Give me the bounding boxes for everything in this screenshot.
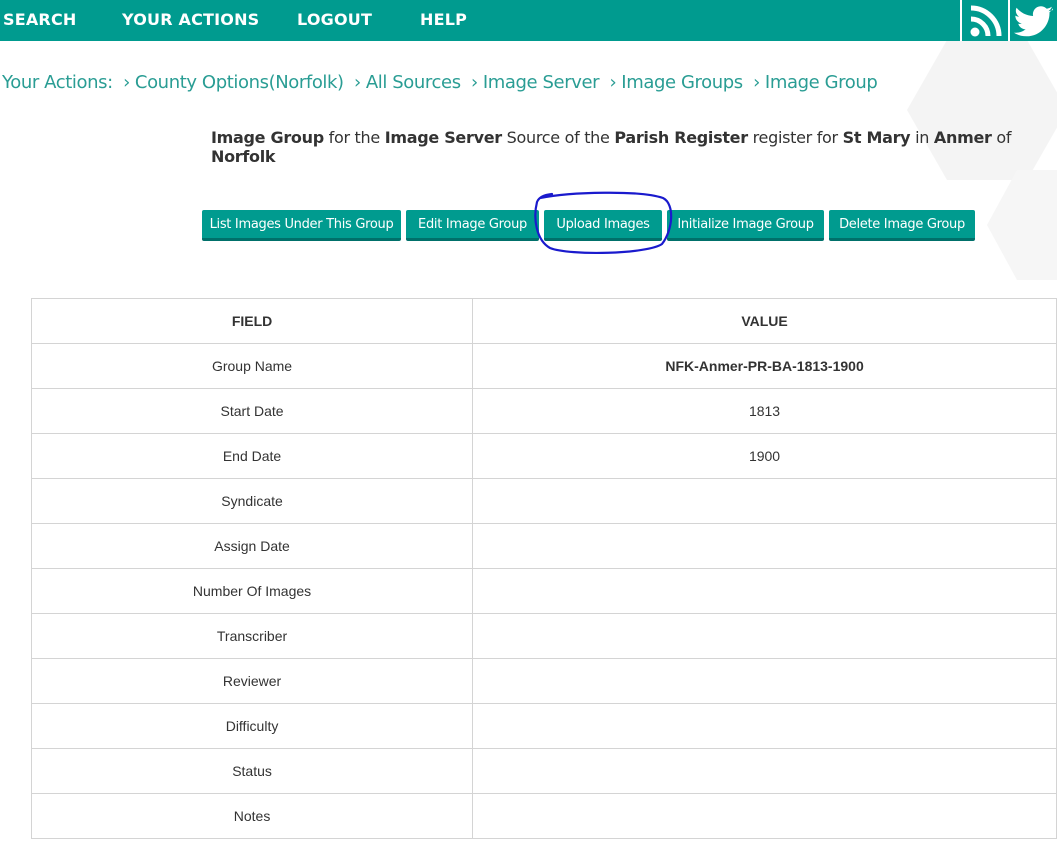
value-cell (472, 568, 1057, 614)
breadcrumb-image-server-link[interactable]: Image Server (483, 72, 600, 93)
nav-your-actions-link[interactable]: YOUR ACTIONS (122, 0, 259, 41)
field-cell: Syndicate (30, 478, 474, 524)
desc-entity: Image Group (211, 128, 324, 147)
table-row: Group Name NFK-Anmer-PR-BA-1813-1900 (30, 343, 1057, 389)
table-row: Difficulty (30, 703, 1057, 749)
desc-church: St Mary (842, 128, 911, 147)
value-cell: 1900 (472, 433, 1057, 479)
field-cell: Start Date (30, 388, 474, 434)
breadcrumb-separator: › (354, 72, 361, 93)
table-row: Syndicate (30, 478, 1057, 524)
field-cell: Group Name (30, 343, 474, 389)
nav-logout-link[interactable]: LOGOUT (297, 0, 372, 41)
upload-images-button[interactable]: Upload Images (544, 210, 662, 241)
desc-source: Image Server (384, 128, 502, 147)
breadcrumb-image-groups-link[interactable]: Image Groups (621, 72, 743, 93)
desc-place: Anmer (933, 128, 992, 147)
value-cell (472, 793, 1057, 839)
initialize-image-group-button[interactable]: Initialize Image Group (667, 210, 824, 241)
table-row: Notes (30, 793, 1057, 839)
value-cell (472, 703, 1057, 749)
field-cell: Transcriber (30, 613, 474, 659)
nav-help-link[interactable]: HELP (420, 0, 467, 41)
breadcrumb-image-group-current: Image Group (764, 72, 878, 93)
field-cell: Notes (30, 793, 474, 839)
delete-image-group-button[interactable]: Delete Image Group (829, 210, 975, 241)
twitter-icon (1013, 5, 1053, 36)
table-row: Assign Date (30, 523, 1057, 569)
value-cell: 1813 (472, 388, 1057, 434)
desc-text: of (996, 128, 1012, 147)
breadcrumb-prefix: Your Actions: (2, 72, 113, 93)
nav-divider (960, 0, 962, 41)
value-cell (472, 613, 1057, 659)
value-cell (472, 748, 1057, 794)
breadcrumb-separator: › (753, 72, 760, 93)
field-cell: Status (30, 748, 474, 794)
value-cell: NFK-Anmer-PR-BA-1813-1900 (472, 343, 1057, 389)
table-row: End Date 1900 (30, 433, 1057, 479)
desc-text: in (915, 128, 930, 147)
top-navigation-bar: SEARCH YOUR ACTIONS LOGOUT HELP (0, 0, 1057, 41)
table-row: Status (30, 748, 1057, 794)
edit-image-group-button[interactable]: Edit Image Group (406, 210, 539, 241)
field-cell: Reviewer (30, 658, 474, 704)
desc-register-type: Parish Register (614, 128, 748, 147)
field-cell: Difficulty (30, 703, 474, 749)
desc-county: Norfolk (211, 147, 276, 166)
rss-icon (970, 5, 1001, 36)
value-column-header: VALUE (472, 298, 1057, 344)
rss-button[interactable] (963, 0, 1008, 41)
value-cell (472, 478, 1057, 524)
desc-text: Source of the (506, 128, 610, 147)
table-row: Transcriber (30, 613, 1057, 659)
image-group-fields-table: FIELD VALUE Group Name NFK-Anmer-PR-BA-1… (30, 298, 1057, 839)
list-images-button[interactable]: List Images Under This Group (202, 210, 401, 241)
table-row: Start Date 1813 (30, 388, 1057, 434)
breadcrumb-all-sources-link[interactable]: All Sources (366, 72, 461, 93)
nav-search-link[interactable]: SEARCH (3, 0, 77, 41)
twitter-button[interactable] (1010, 0, 1057, 41)
breadcrumb-separator: › (471, 72, 478, 93)
table-header-row: FIELD VALUE (30, 298, 1057, 344)
value-cell (472, 658, 1057, 704)
table-row: Reviewer (30, 658, 1057, 704)
field-column-header: FIELD (30, 298, 474, 344)
field-cell: Assign Date (30, 523, 474, 569)
breadcrumb-separator: › (123, 72, 130, 93)
breadcrumb-separator: › (609, 72, 617, 93)
page-description: Image Group for the Image Server Source … (211, 128, 1057, 166)
breadcrumb-county-options-link[interactable]: County Options(Norfolk) (135, 72, 344, 93)
breadcrumb: Your Actions: › County Options(Norfolk) ›… (2, 72, 878, 93)
field-cell: Number Of Images (30, 568, 474, 614)
field-cell: End Date (30, 433, 474, 479)
table-row: Number Of Images (30, 568, 1057, 614)
desc-text: for the (328, 128, 381, 147)
value-cell (472, 523, 1057, 569)
desc-text: register for (752, 128, 839, 147)
